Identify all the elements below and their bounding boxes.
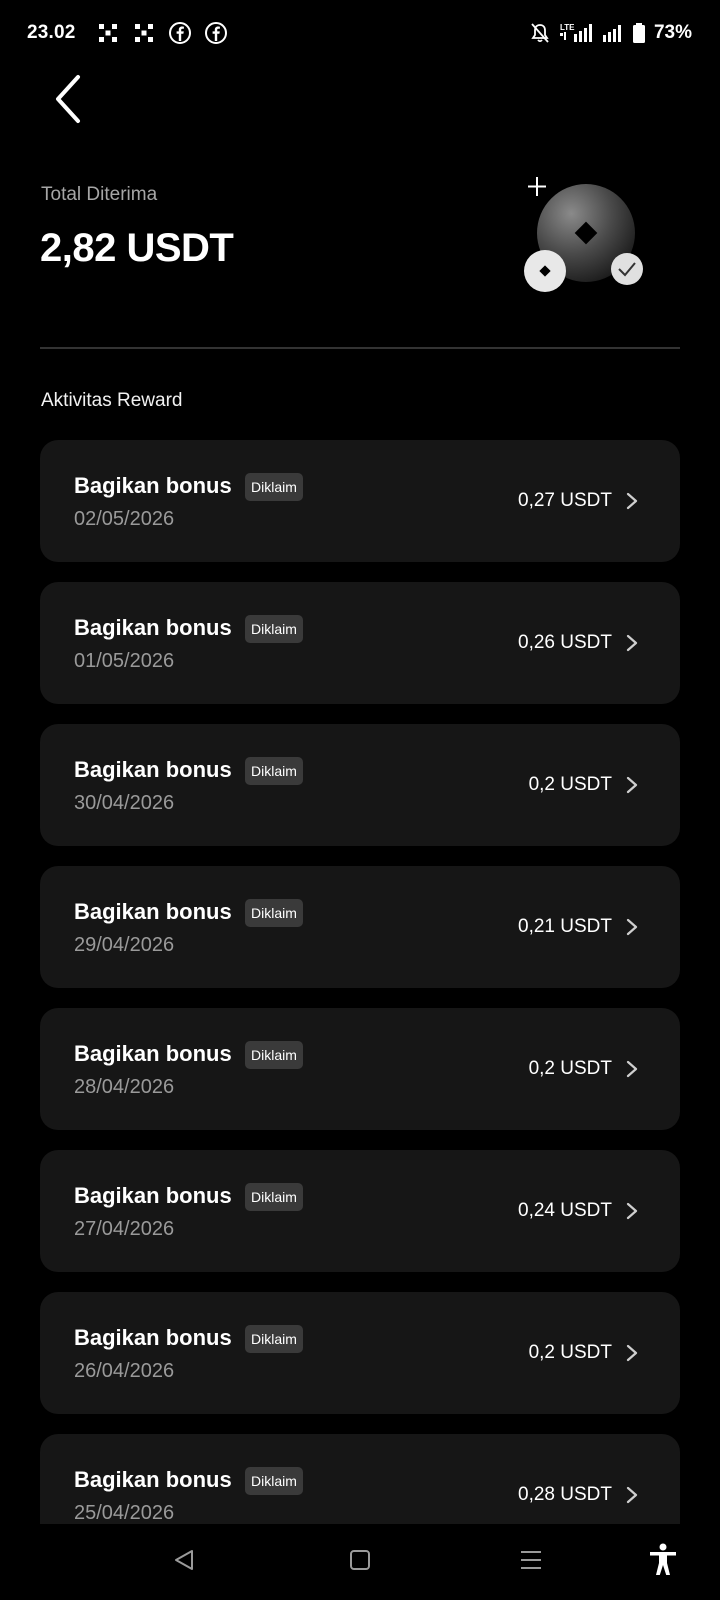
- reward-date: 30/04/2026: [74, 792, 175, 814]
- chevron-left-icon: [54, 74, 82, 129]
- claimed-badge: Diklaim: [245, 1467, 303, 1495]
- nav-recents-button[interactable]: [509, 1540, 553, 1584]
- reward-amount: 0,2 USDT: [528, 774, 612, 795]
- reward-item[interactable]: Bagikan bonus Diklaim 29/04/2026 0,21 USDT: [40, 866, 680, 988]
- claimed-badge: Diklaim: [245, 899, 303, 927]
- chevron-right-icon: [624, 1058, 640, 1080]
- facebook-icon: [204, 21, 228, 45]
- reward-item[interactable]: Bagikan bonus Diklaim 26/04/2026 0,2 USDT: [40, 1292, 680, 1414]
- reward-item[interactable]: Bagikan bonus Diklaim 01/05/2026 0,26 USDT: [40, 582, 680, 704]
- svg-text:LTE: LTE: [560, 23, 575, 32]
- signal-icon: [600, 21, 624, 45]
- reward-date: 27/04/2026: [74, 1218, 175, 1240]
- section-title: Aktivitas Reward: [41, 390, 183, 411]
- reward-activity-list: Bagikan bonus Diklaim 02/05/2026 0,27 USDT B…: [40, 440, 680, 1576]
- reward-title: Bagikan bonus: [74, 1183, 232, 1208]
- reward-date: 28/04/2026: [74, 1076, 175, 1098]
- reward-item[interactable]: Bagikan bonus Diklaim 02/05/2026 0,27 USDT: [40, 440, 680, 562]
- chevron-right-icon: [624, 1484, 640, 1506]
- back-triangle-icon: [172, 1548, 196, 1577]
- status-time: 23.02: [27, 22, 76, 43]
- claimed-badge: Diklaim: [245, 1183, 303, 1211]
- claimed-badge: Diklaim: [245, 473, 303, 501]
- reward-item[interactable]: Bagikan bonus Diklaim 28/04/2026 0,2 USDT: [40, 1008, 680, 1130]
- back-button[interactable]: [44, 74, 92, 128]
- chevron-right-icon: [624, 1200, 640, 1222]
- chevron-right-icon: [624, 1342, 640, 1364]
- reward-title: Bagikan bonus: [74, 757, 232, 782]
- reward-date: 02/05/2026: [74, 508, 175, 530]
- lte-signal-icon: LTE: [559, 21, 592, 45]
- reward-amount: 0,2 USDT: [528, 1058, 612, 1079]
- reward-item[interactable]: Bagikan bonus Diklaim 30/04/2026 0,2 USDT: [40, 724, 680, 846]
- notification-icons: [96, 21, 228, 45]
- reward-item[interactable]: Bagikan bonus Diklaim 27/04/2026 0,24 USDT: [40, 1150, 680, 1272]
- app-grid-icon: [96, 21, 120, 45]
- reward-date: 29/04/2026: [74, 934, 175, 956]
- reward-amount: 0,26 USDT: [518, 632, 612, 653]
- screen: 23.02 LTE 73% Total Diterima 2,82 USDT A…: [0, 0, 720, 1600]
- claimed-badge: Diklaim: [245, 757, 303, 785]
- accessibility-icon: [648, 1543, 678, 1582]
- divider: [40, 347, 680, 349]
- claimed-badge: Diklaim: [245, 1041, 303, 1069]
- status-bar: 23.02 LTE 73%: [0, 0, 720, 70]
- home-square-icon: [349, 1549, 371, 1576]
- battery-icon: [632, 21, 646, 45]
- reward-date: 01/05/2026: [74, 650, 175, 672]
- total-received-value: 2,82 USDT: [40, 226, 234, 270]
- chevron-right-icon: [624, 490, 640, 512]
- accessibility-button[interactable]: [641, 1540, 685, 1584]
- total-received-label: Total Diterima: [41, 184, 158, 205]
- reward-title: Bagikan bonus: [74, 1467, 232, 1492]
- battery-percent: 73%: [653, 22, 692, 43]
- status-right: LTE 73%: [528, 21, 692, 45]
- reward-title: Bagikan bonus: [74, 615, 232, 640]
- reward-amount: 0,27 USDT: [518, 490, 612, 511]
- reward-amount: 0,28 USDT: [518, 1484, 612, 1505]
- reward-title: Bagikan bonus: [74, 899, 232, 924]
- claimed-badge: Diklaim: [245, 1325, 303, 1353]
- reward-title: Bagikan bonus: [74, 1325, 232, 1350]
- reward-amount: 0,21 USDT: [518, 916, 612, 937]
- claimed-badge: Diklaim: [245, 615, 303, 643]
- reward-title: Bagikan bonus: [74, 1041, 232, 1066]
- reward-amount: 0,24 USDT: [518, 1200, 612, 1221]
- nav-home-button[interactable]: [338, 1540, 382, 1584]
- chevron-right-icon: [624, 632, 640, 654]
- reward-title: Bagikan bonus: [74, 473, 232, 498]
- reward-date: 26/04/2026: [74, 1360, 175, 1382]
- chevron-right-icon: [624, 774, 640, 796]
- system-nav-bar: [0, 1524, 720, 1600]
- mute-bell-icon: [528, 21, 552, 45]
- chevron-right-icon: [624, 916, 640, 938]
- nav-back-button[interactable]: [162, 1540, 206, 1584]
- app-grid-icon: [132, 21, 156, 45]
- recents-menu-icon: [519, 1549, 543, 1576]
- reward-amount: 0,2 USDT: [528, 1342, 612, 1363]
- reward-coin-illustration: [522, 172, 662, 302]
- reward-date: 25/04/2026: [74, 1502, 175, 1524]
- facebook-icon: [168, 21, 192, 45]
